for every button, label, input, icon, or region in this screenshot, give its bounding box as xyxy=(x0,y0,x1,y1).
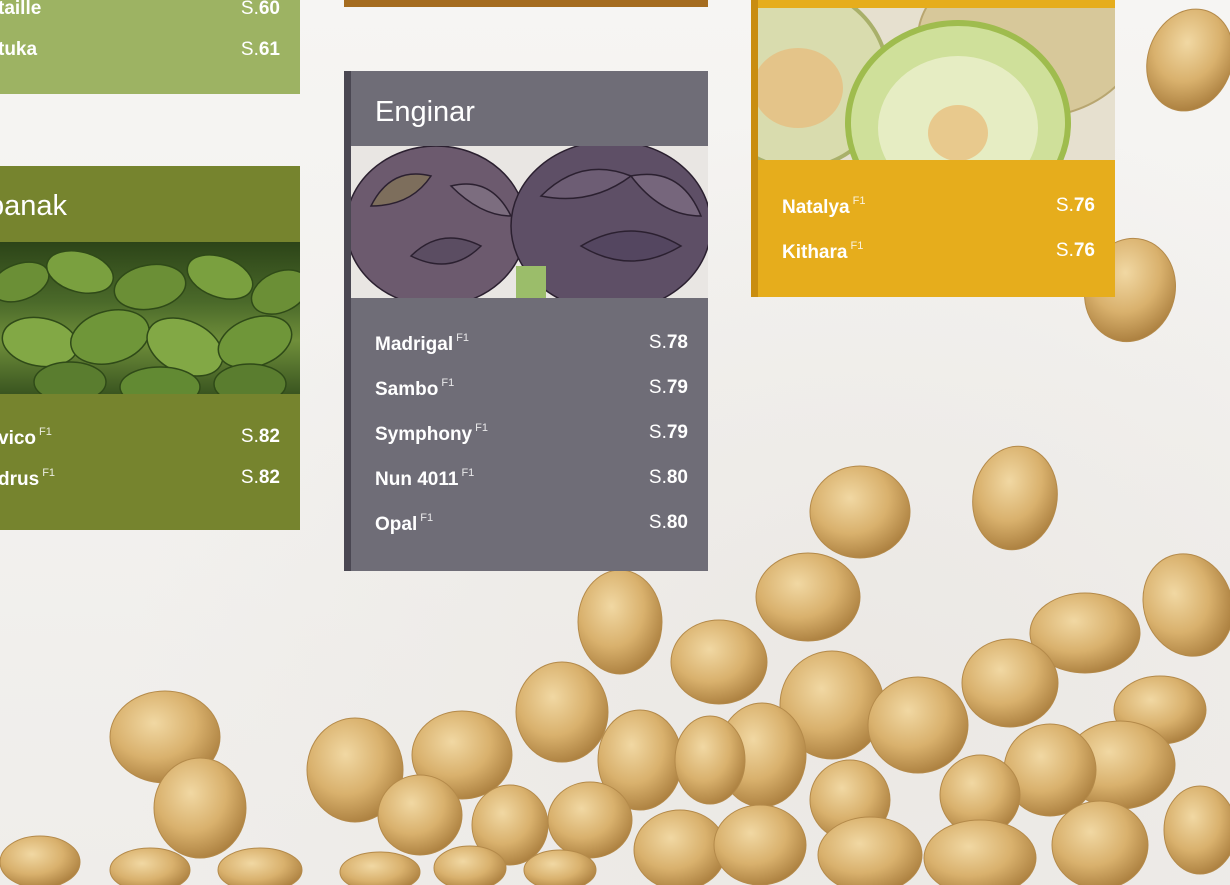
list-item: Sambo F1 S.79 xyxy=(344,377,708,417)
page-ref: S.78 xyxy=(648,332,688,353)
melon-photo xyxy=(758,8,1115,160)
list-item: Kithara F1 S.76 xyxy=(751,240,1115,280)
variety-name: Nun 4011 F1 xyxy=(375,467,475,490)
spinach-card: panak vicoF1 S.82 drusF1 S.82 xyxy=(0,166,300,530)
variety-name: tuka xyxy=(0,39,38,60)
page-ref: S.76 xyxy=(1055,240,1095,261)
page-ref: S.60 xyxy=(240,0,280,19)
variety-name: drus F1 xyxy=(0,467,56,490)
page-ref: S.79 xyxy=(648,422,688,443)
page-ref: S.82 xyxy=(240,426,280,447)
page-ref: S.76 xyxy=(1055,195,1095,216)
card-title: Enginar xyxy=(375,96,475,128)
list-item: Nun 4011 F1 S.80 xyxy=(344,467,708,507)
top-accent-bar xyxy=(344,0,708,7)
page-ref: S.61 xyxy=(240,39,280,60)
artichoke-card: Enginar Madrigal F1 S.78 Sambo F1 S.79 Sym… xyxy=(344,71,708,571)
page-ref: S.79 xyxy=(648,377,688,398)
list-item: tuka S.61 xyxy=(0,39,300,79)
variety-name: Natalya F1 xyxy=(782,195,866,218)
list-item: vico F1 S.82 xyxy=(0,426,300,466)
list-item: drus F1 S.82 xyxy=(0,467,300,507)
spinach-photo xyxy=(0,242,300,394)
melon-card: Natalya F1 S.76 Kithara F1 S.76 xyxy=(751,0,1115,297)
salad-card: taille S.60 tuka S.61 xyxy=(0,0,300,94)
variety-name: Symphony F1 xyxy=(375,422,488,445)
variety-name: Madrigal F1 xyxy=(375,332,469,355)
list-item: Opal F1 S.80 xyxy=(344,512,708,552)
page-ref: S.82 xyxy=(240,467,280,488)
card-title: panak xyxy=(0,190,68,222)
variety-name: taille xyxy=(0,0,42,19)
list-item: Natalya F1 S.76 xyxy=(751,195,1115,235)
list-item: Madrigal F1 S.78 xyxy=(344,332,708,372)
variety-name: Sambo F1 xyxy=(375,377,455,400)
variety-name: vico F1 xyxy=(0,426,52,449)
list-item: taille S.60 xyxy=(0,0,300,38)
artichoke-photo xyxy=(351,146,708,298)
list-item: Symphony F1 S.79 xyxy=(344,422,708,462)
page-ref: S.80 xyxy=(648,467,688,488)
variety-name: Opal F1 xyxy=(375,512,434,535)
variety-name: Kithara F1 xyxy=(782,240,864,263)
page-ref: S.80 xyxy=(648,512,688,533)
